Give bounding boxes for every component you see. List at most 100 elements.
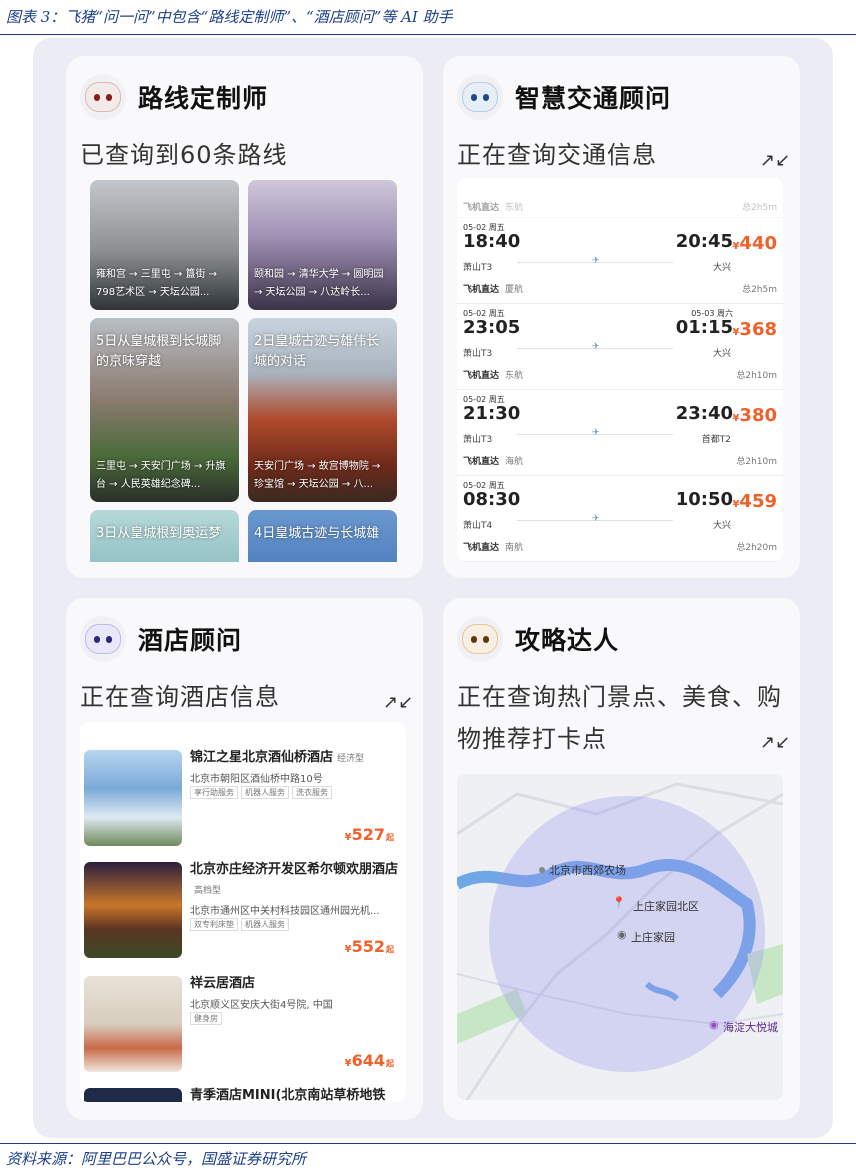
flight-destination: 大兴 <box>712 521 731 531</box>
flight-duration: 总2h10m <box>736 457 777 467</box>
map-label-farm: 北京市西郊农场 <box>549 864 626 877</box>
figure-source: 资料来源：阿里巴巴公众号，国盛证券研究所 <box>6 1150 307 1168</box>
route-tile-title: 5日从皇城根到长城脚的京味穿越 <box>96 334 222 369</box>
hotel-photo[interactable] <box>84 1088 182 1102</box>
traffic-assistant-avatar-icon <box>457 74 503 120</box>
hotel-assistant-avatar-icon <box>80 616 126 662</box>
flight-airline: 飞机直达 海航 <box>463 457 524 467</box>
flight-destination: 大兴 <box>712 263 731 273</box>
hotel-address: 北京顺义区安庆大街4号院, 中国 <box>190 1000 333 1011</box>
hotel-price: ¥552起 <box>344 937 394 956</box>
map-label-mall: 海淀大悦城 <box>723 1021 778 1034</box>
route-tile[interactable]: 雍和宫 → 三里屯 → 簋街 → 798艺术区 → 天坛公园... <box>90 180 239 310</box>
route-tile[interactable]: 颐和园 → 清华大学 → 圆明园 → 天坛公园 → 八达岭长... <box>248 180 397 310</box>
hotel-name: 青季酒店MINI(北京南站草桥地铁站 <box>190 1088 386 1102</box>
hotel-row[interactable]: 锦江之星北京酒仙桥酒店 经济型北京市朝阳区酒仙桥中路10号 享行助服务 机器人服务 洗衣… <box>80 746 406 858</box>
flight-price: ¥440 <box>732 233 777 254</box>
source-divider <box>0 1143 856 1144</box>
traffic-advisor-title: 智慧交通顾问 <box>515 84 672 113</box>
flight-origin: 萧山T3 <box>463 435 493 445</box>
map-label-home: 上庄家园 <box>631 931 675 944</box>
hotel-tag: 享行助服务 <box>190 786 238 799</box>
hotel-advisor-header: 酒店顾问 <box>80 616 242 662</box>
map-label-north: 上庄家园北区 <box>633 900 699 913</box>
guide-assistant-avatar-icon <box>457 616 503 662</box>
map-view[interactable]: 北京市西郊农场 📍 上庄家园北区 ◉ 上庄家园 ◉ 海淀大悦城 <box>457 774 783 1100</box>
hotel-list: 锦江之星北京酒仙桥酒店 经济型北京市朝阳区酒仙桥中路10号 享行助服务 机器人服务 洗衣… <box>80 722 406 1102</box>
hotel-row[interactable]: 北京亦庄经济开发区希尔顿欢朋酒店高档型 北京市通州区中关村科技园区通州园光机...… <box>80 858 406 970</box>
route-tile[interactable]: 4日皇城古迹与长城雄 <box>248 510 397 562</box>
expand-icon[interactable]: ↗↙ <box>383 692 413 713</box>
hotel-tags: 享行助服务 机器人服务 洗衣服务 <box>190 786 335 799</box>
route-planner-status: 已查询到60条路线 <box>80 141 288 169</box>
flight-destination: 首都T2 <box>701 435 731 445</box>
flight-origin: 萧山T3 <box>463 349 493 359</box>
caption-divider <box>0 34 856 35</box>
hotel-tag: 健身房 <box>190 1012 222 1025</box>
flight-row[interactable]: 05-02 周五 08:30 10:50 ¥459 ✈ 萧山T4 大兴 飞机直达 南航 总2h20… <box>457 476 783 562</box>
hotel-photo[interactable] <box>84 976 182 1072</box>
flight-duration: 总2h5m <box>742 203 777 213</box>
travel-guide-card[interactable]: 攻略达人 正在查询热门景点、美食、购物推荐打卡点 ↗↙ 北京市西郊农场 📍 上庄… <box>443 598 800 1120</box>
traffic-advisor-status: 正在查询交通信息 <box>457 141 657 169</box>
map-pin-icon[interactable]: 📍 <box>612 896 626 909</box>
flight-price: ¥380 <box>732 405 777 426</box>
hotel-row[interactable]: 青季酒店MINI(北京南站草桥地铁站 <box>80 1084 406 1102</box>
flight-row[interactable]: 05-02 周五 23:05 05-03 周六 01:15 ¥368 ✈ 萧山T3 大兴 飞机直… <box>457 304 783 390</box>
travel-guide-header: 攻略达人 <box>457 616 619 662</box>
traffic-advisor-card[interactable]: 智慧交通顾问 正在查询交通信息 ↗↙ 飞机直达 东航 总2h5m 05-02 周五… <box>443 56 800 578</box>
map-point-icon[interactable]: ◉ <box>617 928 627 941</box>
plane-icon: ✈ <box>592 428 600 438</box>
route-tile-path: 雍和宫 → 三里屯 → 簋街 → 798艺术区 → 天坛公园... <box>96 269 218 298</box>
travel-guide-status: 正在查询热门景点、美食、购物推荐打卡点 <box>457 683 782 753</box>
traffic-advisor-header: 智慧交通顾问 <box>457 74 671 120</box>
route-tile-path: 天安门广场 → 故宫博物院 → 珍宝馆 → 天坛公园 → 八... <box>254 461 381 490</box>
route-assistant-avatar-icon <box>80 74 126 120</box>
map-poi-icon[interactable]: ◉ <box>709 1018 719 1031</box>
flight-origin: 萧山T3 <box>463 263 493 273</box>
hotel-tags: 双专利床垫 机器人服务 <box>190 918 292 931</box>
route-tile[interactable]: 5日从皇城根到长城脚的京味穿越 三里屯 → 天安门广场 → 升旗台 → 人民英雄… <box>90 318 239 502</box>
flight-list: 飞机直达 东航 总2h5m 05-02 周五 18:40 20:45 ¥440 ✈ 萧山T3… <box>457 178 783 562</box>
flight-arrival-time: 23:40 <box>675 403 733 424</box>
hotel-tag: 双专利床垫 <box>190 918 238 931</box>
flight-row[interactable]: 05-02 周五 21:30 23:40 ¥380 ✈ 萧山T3 首都T2 飞机直达 海航 总2h… <box>457 390 783 476</box>
route-planner-title: 路线定制师 <box>138 84 269 113</box>
hotel-row[interactable]: 祥云居酒店 北京顺义区安庆大街4号院, 中国 健身房 ¥644起 <box>80 972 406 1084</box>
route-grid: 雍和宫 → 三里屯 → 簋街 → 798艺术区 → 天坛公园... 颐和园 → … <box>90 180 400 562</box>
flight-duration: 总2h5m <box>742 285 777 295</box>
hotel-price: ¥527起 <box>344 825 394 844</box>
flight-row-partial[interactable]: 飞机直达 东航 总2h5m <box>457 178 783 218</box>
hotel-photo[interactable] <box>84 862 182 958</box>
hotel-tag: 机器人服务 <box>241 786 289 799</box>
hotel-name: 北京亦庄经济开发区希尔顿欢朋酒店高档型 <box>190 862 399 896</box>
route-tile[interactable]: 2日皇城古迹与雄伟长城的对话 天安门广场 → 故宫博物院 → 珍宝馆 → 天坛公… <box>248 318 397 502</box>
route-tile[interactable]: 3日从皇城根到奥运梦 <box>90 510 239 562</box>
hotel-address: 北京市朝阳区酒仙桥中路10号 <box>190 774 323 785</box>
figure-caption: 图表 3：飞猪“问一问”中包含“路线定制师”、“酒店顾问”等 AI 助手 <box>6 8 453 26</box>
flight-airline: 飞机直达 厦航 <box>463 285 524 295</box>
hotel-name: 锦江之星北京酒仙桥酒店 经济型 <box>190 750 365 765</box>
hotel-name: 祥云居酒店 <box>190 976 256 991</box>
travel-guide-title: 攻略达人 <box>515 626 620 655</box>
flight-duration: 总2h10m <box>736 371 777 381</box>
flight-duration: 总2h20m <box>736 543 777 553</box>
hotel-advisor-card[interactable]: 酒店顾问 正在查询酒店信息 ↗↙ 锦江之星北京酒仙桥酒店 经济型 北京市朝阳区酒仙桥… <box>66 598 423 1120</box>
route-tile-title: 3日从皇城根到奥运梦 <box>96 526 222 541</box>
hotel-tags: 健身房 <box>190 1012 225 1025</box>
flight-departure-time: 23:05 <box>463 317 521 338</box>
flight-airline: 飞机直达 东航 <box>463 203 524 213</box>
flight-airline: 飞机直达 东航 <box>463 371 524 381</box>
route-tile-title: 2日皇城古迹与雄伟长城的对话 <box>254 334 380 369</box>
hotel-photo[interactable] <box>84 750 182 846</box>
flight-row[interactable]: 05-02 周五 18:40 20:45 ¥440 ✈ 萧山T3 大兴 飞机直达 厦航 总2h5m <box>457 218 783 304</box>
expand-icon[interactable]: ↗↙ <box>760 732 790 753</box>
flight-destination: 大兴 <box>712 349 731 359</box>
hotel-advisor-title: 酒店顾问 <box>138 626 243 655</box>
expand-icon[interactable]: ↗↙ <box>760 150 790 171</box>
flight-airline: 飞机直达 南航 <box>463 543 524 553</box>
route-tile-path: 三里屯 → 天安门广场 → 升旗台 → 人民英雄纪念碑... <box>96 461 226 490</box>
flight-arrival-time: 10:50 <box>675 489 733 510</box>
route-planner-card[interactable]: 路线定制师 已查询到60条路线 雍和宫 → 三里屯 → 簋街 → 798艺术区 … <box>66 56 423 578</box>
plane-icon: ✈ <box>592 342 600 352</box>
